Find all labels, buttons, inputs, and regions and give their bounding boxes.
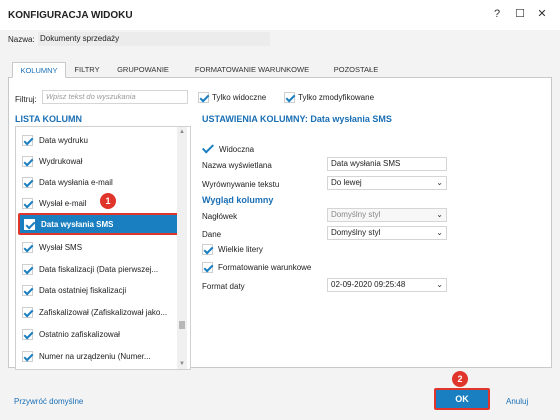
list-item-label: Data wydruku [39, 135, 88, 145]
name-field[interactable]: Dokumenty sprzedaży [38, 32, 270, 46]
step-badge-1: 1 [100, 193, 116, 209]
list-item[interactable]: Wysłał SMS [22, 237, 176, 257]
display-name-label: Nazwa wyświetlana [202, 161, 272, 170]
list-item[interactable]: Wysłał e-mail [22, 193, 176, 213]
scroll-down-icon[interactable]: ▼ [177, 359, 187, 369]
ok-button[interactable]: OK [434, 388, 490, 410]
data-style-value: Domyślny styl [331, 228, 381, 237]
column-checkbox[interactable] [22, 134, 33, 146]
uppercase-checkbox[interactable] [202, 244, 213, 255]
list-item-label: Ostatnio zafiskalizował [39, 329, 120, 339]
only-modified-checkbox[interactable] [284, 92, 295, 103]
column-settings-heading: USTAWIENIA KOLUMNY: Data wysłania SMS [202, 114, 392, 124]
chevron-down-icon: ⌄ [436, 280, 443, 289]
data-style-select[interactable]: Domyślny styl ⌄ [327, 226, 447, 240]
alignment-label: Wyrównywanie tekstu [202, 180, 280, 189]
only-visible-option[interactable]: Tylko widoczne [198, 92, 266, 103]
close-icon[interactable]: ✕ [536, 8, 548, 20]
list-item[interactable]: Data wysłania e-mail [22, 172, 176, 192]
name-label: Nazwa: [8, 35, 35, 44]
uppercase-label: Wielkie litery [218, 245, 263, 254]
list-item[interactable]: Ostatnio zafiskalizował [22, 324, 176, 344]
alignment-select[interactable]: Do lewej ⌄ [327, 176, 447, 190]
column-list: Data wydruku Wydrukował Data wysłania e-… [15, 126, 191, 370]
conditional-formatting-label: Formatowanie warunkowe [218, 263, 312, 272]
column-checkbox[interactable] [22, 328, 33, 340]
list-item-label: Data ostatniej fiskalizacji [39, 285, 127, 295]
list-item[interactable]: Data fiskalizacji (Data pierwszej... [22, 259, 176, 279]
list-item-label: Wysłał e-mail [39, 198, 87, 208]
only-visible-checkbox[interactable] [198, 92, 209, 103]
list-item[interactable]: Zafiskalizował (Zafiskalizował jako... [22, 302, 176, 322]
date-format-select[interactable]: 02-09-2020 09:25:48 ⌄ [327, 278, 447, 292]
column-checkbox[interactable] [22, 176, 33, 188]
chevron-down-icon: ⌄ [436, 228, 443, 237]
uppercase-option[interactable]: Wielkie litery [202, 244, 263, 255]
list-item-label: Wydrukował [39, 156, 83, 166]
list-item[interactable]: Numer na urządzeniu (Numer... [22, 346, 176, 366]
only-modified-option[interactable]: Tylko zmodyfikowane [284, 92, 374, 103]
step-badge-2: 2 [452, 371, 468, 387]
list-item-label: Wysłał SMS [39, 242, 83, 252]
tab-other[interactable]: POZOSTAŁE [324, 62, 388, 78]
conditional-formatting-checkbox[interactable] [202, 262, 213, 273]
list-item-label: Numer na urządzeniu (Numer... [39, 351, 151, 361]
column-checkbox[interactable] [24, 218, 35, 230]
list-item-selected[interactable]: Data wysłania SMS [18, 213, 180, 235]
header-style-value: Domyślny styl [331, 210, 381, 219]
alignment-value: Do lewej [331, 178, 362, 187]
list-item-label: Data wysłania SMS [41, 219, 114, 229]
cancel-button[interactable]: Anuluj [506, 397, 528, 406]
chevron-down-icon: ⌄ [436, 210, 443, 219]
tab-columns[interactable]: KOLUMNY [12, 62, 66, 78]
date-format-value: 02-09-2020 09:25:48 [331, 280, 406, 289]
chevron-down-icon: ⌄ [436, 178, 443, 187]
data-label: Dane [202, 230, 222, 239]
list-item[interactable]: Data ostatniej fiskalizacji [22, 280, 176, 300]
list-item-label: Data fiskalizacji (Data pierwszej... [39, 264, 159, 274]
visible-check-icon[interactable] [202, 143, 214, 155]
only-visible-label: Tylko widoczne [212, 93, 267, 102]
dialog-title: KONFIGURACJA WIDOKU [8, 10, 133, 21]
conditional-formatting-option[interactable]: Formatowanie warunkowe [202, 262, 311, 273]
filter-input[interactable]: Wpisz tekst do wyszukania [42, 90, 188, 104]
display-name-input[interactable]: Data wysłania SMS [327, 157, 447, 171]
column-checkbox[interactable] [22, 284, 33, 296]
list-item-label: Zafiskalizował (Zafiskalizował jako... [39, 307, 168, 317]
filter-label: Filtruj: [15, 95, 37, 104]
list-item[interactable]: Wydrukował [22, 151, 176, 171]
column-checkbox[interactable] [22, 155, 33, 167]
list-item[interactable]: Data wydruku [22, 130, 176, 150]
tab-filters[interactable]: FILTRY [70, 62, 104, 78]
help-icon[interactable]: ? [491, 8, 503, 20]
list-scrollbar[interactable]: ▲ ▼ [177, 127, 187, 369]
tab-bar: KOLUMNY FILTRY GRUPOWANIE FORMATOWANIE W… [8, 62, 552, 78]
only-modified-label: Tylko zmodyfikowane [298, 93, 375, 102]
visible-label: Widoczna [219, 144, 255, 154]
column-look-heading: Wygląd kolumny [202, 195, 274, 205]
column-checkbox[interactable] [22, 306, 33, 318]
column-checkbox[interactable] [22, 197, 33, 209]
restore-defaults-link[interactable]: Przywróć domyślne [14, 397, 83, 406]
visible-option[interactable]: Widoczna [202, 143, 254, 155]
column-checkbox[interactable] [22, 263, 33, 275]
date-format-label: Format daty [202, 282, 245, 291]
column-list-heading: LISTA KOLUMN [15, 114, 82, 124]
tab-grouping[interactable]: GRUPOWANIE [108, 62, 178, 78]
header-style-select[interactable]: Domyślny styl ⌄ [327, 208, 447, 222]
scroll-thumb[interactable] [179, 321, 185, 329]
maximize-icon[interactable]: ☐ [514, 8, 526, 20]
column-checkbox[interactable] [22, 350, 33, 362]
tab-conditional-formatting[interactable]: FORMATOWANIE WARUNKOWE [184, 62, 320, 78]
title-bar: KONFIGURACJA WIDOKU ? ☐ ✕ [0, 0, 560, 30]
list-item-label: Data wysłania e-mail [39, 177, 113, 187]
header-label: Nagłówek [202, 212, 238, 221]
column-checkbox[interactable] [22, 241, 33, 253]
scroll-up-icon[interactable]: ▲ [177, 127, 187, 137]
